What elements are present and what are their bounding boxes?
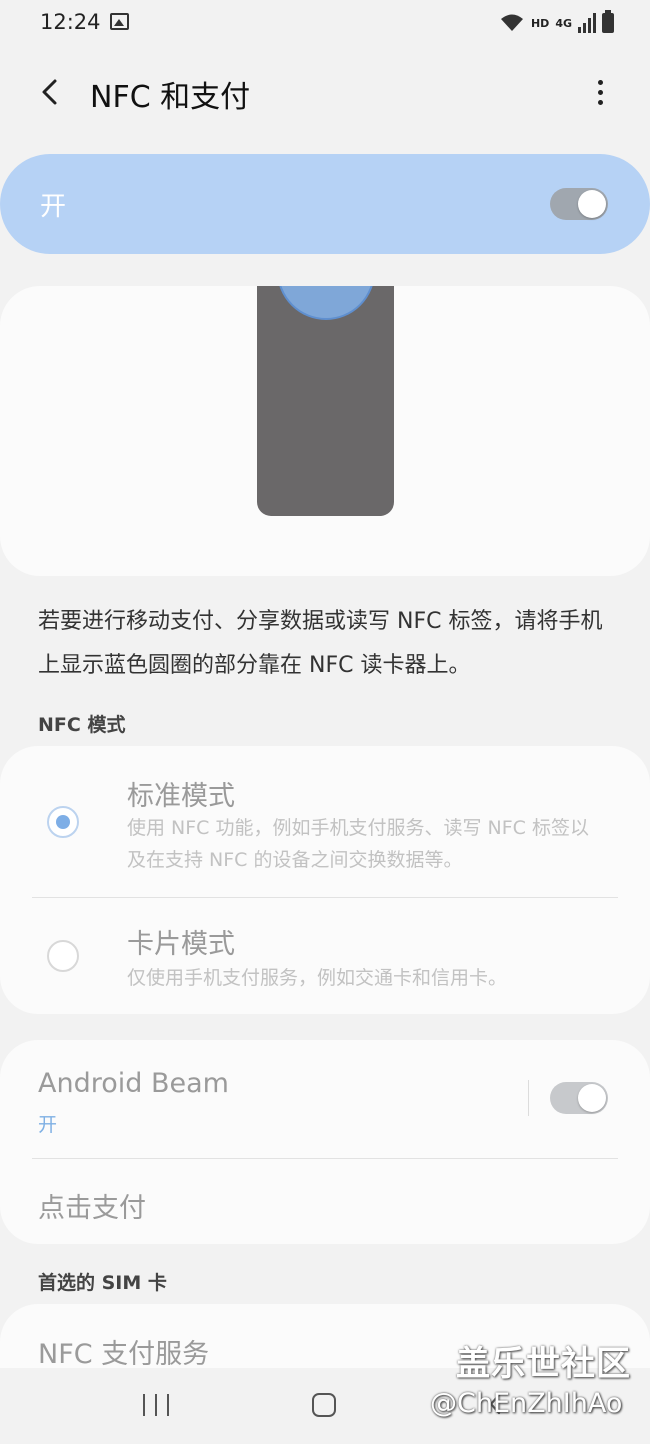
master-switch-label: 开 bbox=[40, 192, 67, 222]
phone-illustration bbox=[257, 286, 394, 516]
wifi-icon bbox=[500, 14, 523, 31]
android-beam-title[interactable]: Android Beam bbox=[38, 1068, 229, 1099]
hd-label: HD bbox=[530, 16, 550, 30]
card-mode-title: 卡片模式 bbox=[127, 929, 235, 960]
vertical-separator bbox=[528, 1080, 529, 1116]
more-vertical-icon bbox=[597, 79, 603, 85]
standard-mode-title: 标准模式 bbox=[127, 781, 235, 812]
status-icons: HD 4G bbox=[499, 10, 614, 34]
watermark-handle: @ChEnZhIhAo bbox=[430, 1388, 623, 1419]
nfc-mode-card: 标准模式 使用 NFC 功能，例如手机支付服务、读写 NFC 标签以及在支持 N… bbox=[0, 746, 650, 1014]
standard-mode-subtitle: 使用 NFC 功能，例如手机支付服务、读写 NFC 标签以及在支持 NFC 的设… bbox=[127, 817, 589, 871]
more-dot bbox=[597, 99, 603, 105]
more-dot bbox=[597, 89, 603, 95]
option-card-mode[interactable]: 卡片模式 仅使用手机支付服务，例如交通卡和信用卡。 bbox=[0, 898, 650, 1014]
status-bar: 12:24 HD 4G bbox=[0, 0, 650, 48]
toggle-knob bbox=[578, 190, 606, 218]
android-beam-status: 开 bbox=[38, 1114, 58, 1136]
recent-apps-button[interactable] bbox=[143, 1394, 169, 1416]
tap-and-pay-item[interactable]: 点击支付 bbox=[38, 1186, 146, 1225]
home-button[interactable] bbox=[312, 1393, 336, 1417]
nfc-illustration-card bbox=[0, 286, 650, 576]
signal-icon bbox=[578, 13, 596, 33]
nfc-payment-service-item[interactable]: NFC 支付服务 bbox=[38, 1332, 209, 1371]
battery-icon bbox=[602, 10, 614, 33]
app-bar: NFC 和支付 bbox=[0, 60, 650, 124]
more-options-button[interactable] bbox=[586, 74, 614, 110]
beam-card: Android Beam 开 点击支付 bbox=[0, 1040, 650, 1244]
nfc-master-switch-bar[interactable]: 开 bbox=[0, 154, 650, 254]
nfc-master-toggle[interactable] bbox=[550, 188, 608, 220]
image-notification-icon bbox=[110, 13, 129, 30]
card-mode-subtitle: 仅使用手机支付服务，例如交通卡和信用卡。 bbox=[127, 967, 508, 989]
divider bbox=[32, 1158, 618, 1159]
option-standard-mode[interactable]: 标准模式 使用 NFC 功能，例如手机支付服务、读写 NFC 标签以及在支持 N… bbox=[0, 746, 650, 896]
preferred-sim-section-title: 首选的 SIM 卡 bbox=[38, 1272, 167, 1294]
status-time: 12:24 bbox=[40, 10, 101, 34]
nfc-mode-section-title: NFC 模式 bbox=[38, 714, 126, 736]
chevron-left-icon bbox=[42, 79, 57, 105]
watermark-title: 盖乐世社区 bbox=[456, 1344, 631, 1384]
card-mode-radio[interactable] bbox=[47, 940, 79, 972]
android-beam-toggle[interactable] bbox=[550, 1082, 608, 1114]
network-type-label: 4G bbox=[555, 16, 572, 30]
toggle-knob bbox=[578, 1084, 606, 1112]
standard-mode-radio[interactable] bbox=[47, 806, 79, 838]
back-button[interactable] bbox=[32, 74, 68, 110]
page-title: NFC 和支付 bbox=[90, 80, 251, 115]
nfc-description: 若要进行移动支付、分享数据或读写 NFC 标签，请将手机上显示蓝色圆圈的部分靠在… bbox=[38, 609, 603, 678]
recent-apps-icon bbox=[143, 1394, 145, 1416]
recent-bar bbox=[155, 1394, 157, 1416]
recent-bar bbox=[167, 1394, 169, 1416]
